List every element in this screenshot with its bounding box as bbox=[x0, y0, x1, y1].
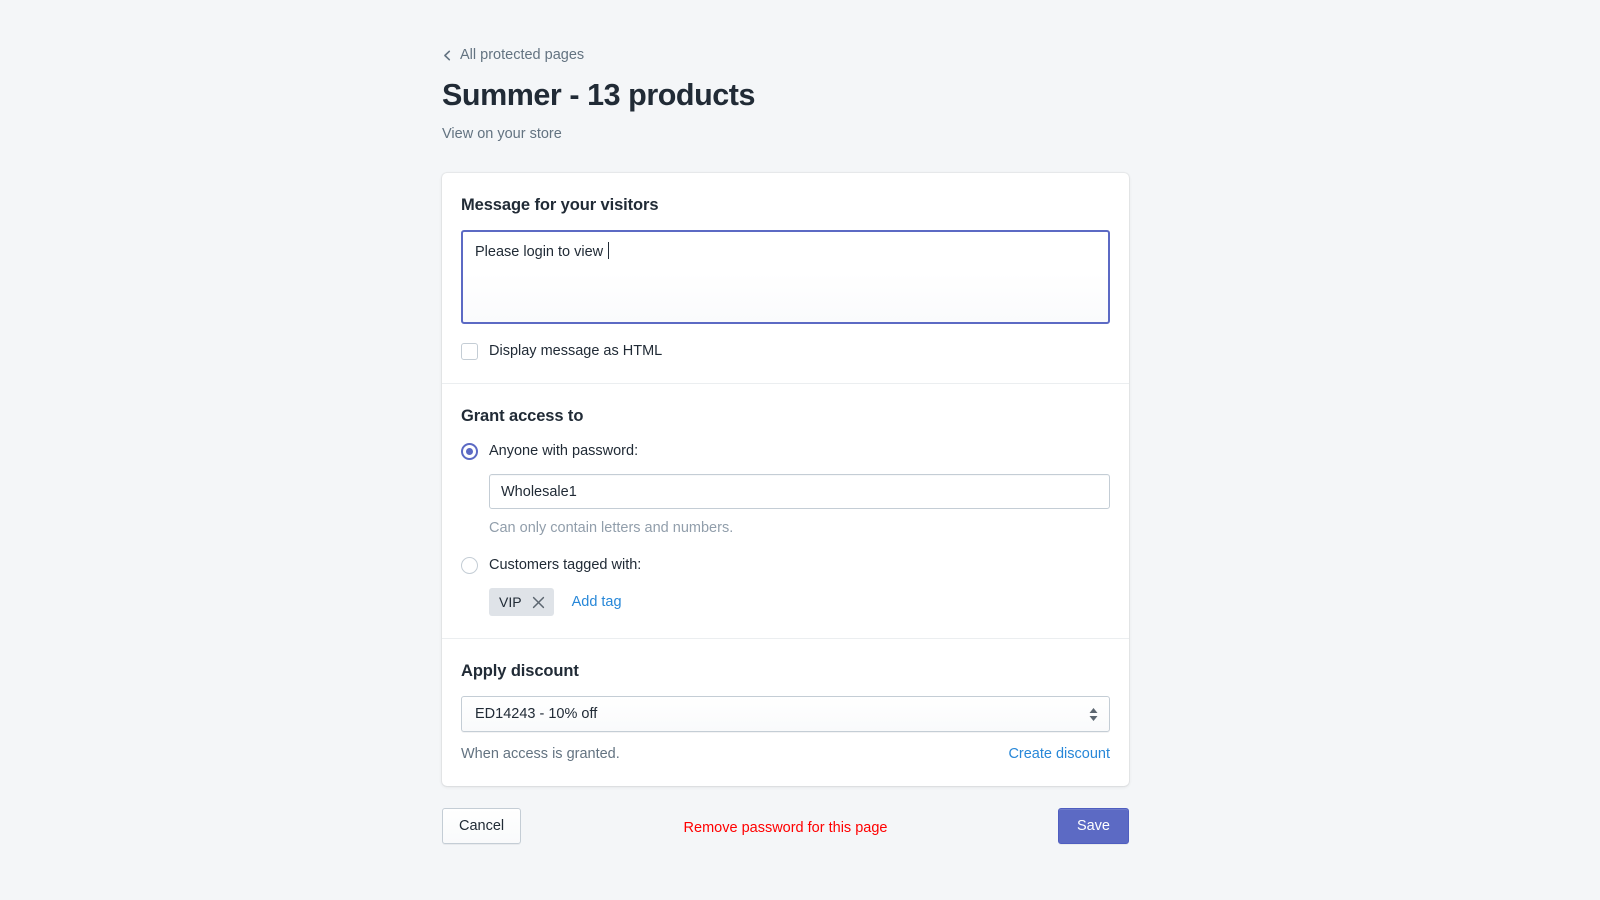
visitor-message-value: Please login to view bbox=[475, 244, 604, 260]
save-button[interactable]: Save bbox=[1057, 808, 1129, 844]
close-icon[interactable] bbox=[530, 593, 548, 611]
discount-section: Apply discount ED14243 - 10% off When ac… bbox=[442, 638, 1129, 786]
view-on-store-link[interactable]: View on your store bbox=[442, 124, 562, 144]
visitor-message-textarea[interactable]: Please login to view bbox=[461, 230, 1110, 324]
chevron-updown-icon bbox=[1088, 705, 1098, 723]
radio-anyone-with-password[interactable] bbox=[461, 442, 478, 460]
radio-customers-tagged[interactable] bbox=[461, 556, 478, 574]
discount-section-title: Apply discount bbox=[461, 662, 579, 680]
display-as-html-checkbox-row[interactable]: Display message as HTML bbox=[461, 341, 662, 361]
discount-footnote: When access is granted. bbox=[461, 746, 620, 762]
cancel-button[interactable]: Cancel bbox=[442, 808, 522, 844]
radio-row-customers-tagged[interactable]: Customers tagged with: bbox=[461, 555, 641, 575]
text-caret bbox=[608, 242, 610, 259]
display-as-html-label: Display message as HTML bbox=[489, 343, 663, 359]
discount-footer-row: When access is granted. Create discount bbox=[461, 744, 1110, 764]
message-section: Message for your visitors Please login t… bbox=[442, 173, 1129, 383]
customer-tags-row: VIP Add tag bbox=[489, 588, 1110, 616]
page-title: Summer - 13 products bbox=[442, 78, 756, 112]
password-input[interactable]: Wholesale1 bbox=[489, 474, 1110, 509]
radio-customers-tagged-label: Customers tagged with: bbox=[489, 557, 642, 573]
create-discount-link[interactable]: Create discount bbox=[1008, 744, 1110, 764]
grant-access-section: Grant access to Anyone with password: Wh… bbox=[442, 383, 1129, 638]
app-page: All protected pages Summer - 13 products… bbox=[0, 0, 1600, 900]
chevron-left-icon bbox=[442, 50, 453, 61]
discount-select[interactable]: ED14243 - 10% off bbox=[461, 696, 1110, 732]
content-column: All protected pages Summer - 13 products… bbox=[442, 0, 1129, 846]
action-bar: Cancel Remove password for this page Sav… bbox=[442, 806, 1129, 846]
remove-password-link[interactable]: Remove password for this page bbox=[684, 818, 888, 838]
tag-chip-label: VIP bbox=[499, 594, 522, 610]
discount-select-value: ED14243 - 10% off bbox=[475, 706, 598, 722]
password-field-group: Wholesale1 Can only contain letters and … bbox=[489, 474, 1110, 538]
password-input-value: Wholesale1 bbox=[501, 483, 577, 500]
grant-access-title: Grant access to bbox=[461, 407, 584, 425]
password-help-text: Can only contain letters and numbers. bbox=[489, 520, 734, 536]
add-tag-link[interactable]: Add tag bbox=[572, 592, 622, 612]
display-as-html-checkbox[interactable] bbox=[461, 342, 478, 360]
settings-card: Message for your visitors Please login t… bbox=[442, 173, 1129, 786]
breadcrumb-label: All protected pages bbox=[460, 47, 585, 63]
message-section-title: Message for your visitors bbox=[461, 196, 659, 214]
radio-anyone-with-password-label: Anyone with password: bbox=[489, 443, 639, 459]
breadcrumb-back-link[interactable]: All protected pages bbox=[442, 44, 584, 66]
radio-row-anyone-with-password[interactable]: Anyone with password: bbox=[461, 441, 638, 461]
tag-chip: VIP bbox=[489, 588, 554, 616]
